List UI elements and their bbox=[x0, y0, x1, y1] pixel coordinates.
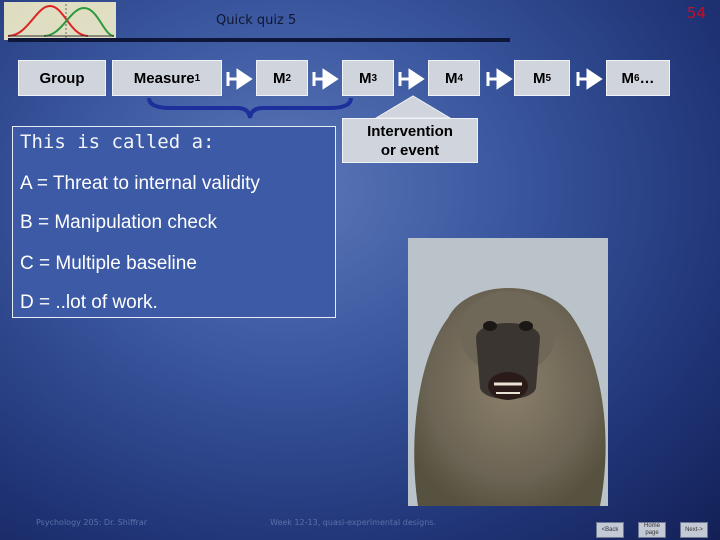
next-button[interactable]: Next-> bbox=[680, 522, 708, 538]
quiz-option-d[interactable]: D = ..lot of work. bbox=[20, 292, 158, 314]
m5-label: M bbox=[532, 69, 546, 87]
callout-pointer-icon bbox=[374, 95, 452, 119]
intervention-line-2: or event bbox=[380, 141, 440, 159]
m5-box: M5 bbox=[514, 60, 570, 96]
slide-title: Quick quiz 5 bbox=[216, 13, 297, 28]
m4-box: M4 bbox=[428, 60, 480, 96]
footer-topic: Week 12-13, quasi-experimental designs. bbox=[270, 518, 436, 527]
m6-box: M 6… bbox=[606, 60, 670, 96]
intervention-line-1: Intervention bbox=[367, 122, 453, 140]
m3-subscript: 3 bbox=[371, 72, 378, 84]
m2-label: M bbox=[272, 69, 286, 87]
intervention-box: Intervention or event bbox=[342, 118, 478, 163]
measure-1-label: Measure bbox=[133, 69, 195, 87]
m6-label: M bbox=[621, 69, 634, 87]
quiz-option-c[interactable]: C = Multiple baseline bbox=[20, 253, 197, 275]
arrow-right-icon bbox=[226, 68, 253, 90]
quiz-question: This is called a: bbox=[20, 131, 215, 153]
footer-course: Psychology 205: Dr. Shiffrar bbox=[36, 518, 148, 527]
curly-brace-icon bbox=[147, 97, 353, 119]
arrow-right-icon bbox=[576, 68, 603, 90]
quiz-option-b[interactable]: B = Manipulation check bbox=[20, 212, 217, 234]
arrow-right-icon bbox=[486, 68, 513, 90]
m5-subscript: 5 bbox=[545, 72, 552, 84]
m2-subscript: 2 bbox=[285, 72, 292, 84]
m6-ellipsis: … bbox=[639, 69, 655, 87]
quiz-option-a[interactable]: A = Threat to internal validity bbox=[20, 173, 260, 195]
arrow-right-icon bbox=[398, 68, 425, 90]
page-number: 54 bbox=[686, 4, 706, 22]
home-button[interactable]: Home page bbox=[638, 522, 666, 538]
m3-box: M3 bbox=[342, 60, 394, 96]
m3-label: M bbox=[358, 69, 372, 87]
group-label: Group bbox=[39, 69, 85, 87]
curve-logo-icon bbox=[4, 2, 116, 40]
m2-box: M2 bbox=[256, 60, 308, 96]
title-divider bbox=[8, 38, 510, 42]
measure-1-subscript: 1 bbox=[194, 72, 201, 84]
arrow-right-icon bbox=[312, 68, 339, 90]
baboon-photo bbox=[408, 238, 608, 506]
group-box: Group bbox=[18, 60, 106, 96]
back-button[interactable]: <Back bbox=[596, 522, 624, 538]
m4-subscript: 4 bbox=[457, 72, 464, 84]
m4-label: M bbox=[444, 69, 458, 87]
measure-1-box: Measure 1 bbox=[112, 60, 222, 96]
